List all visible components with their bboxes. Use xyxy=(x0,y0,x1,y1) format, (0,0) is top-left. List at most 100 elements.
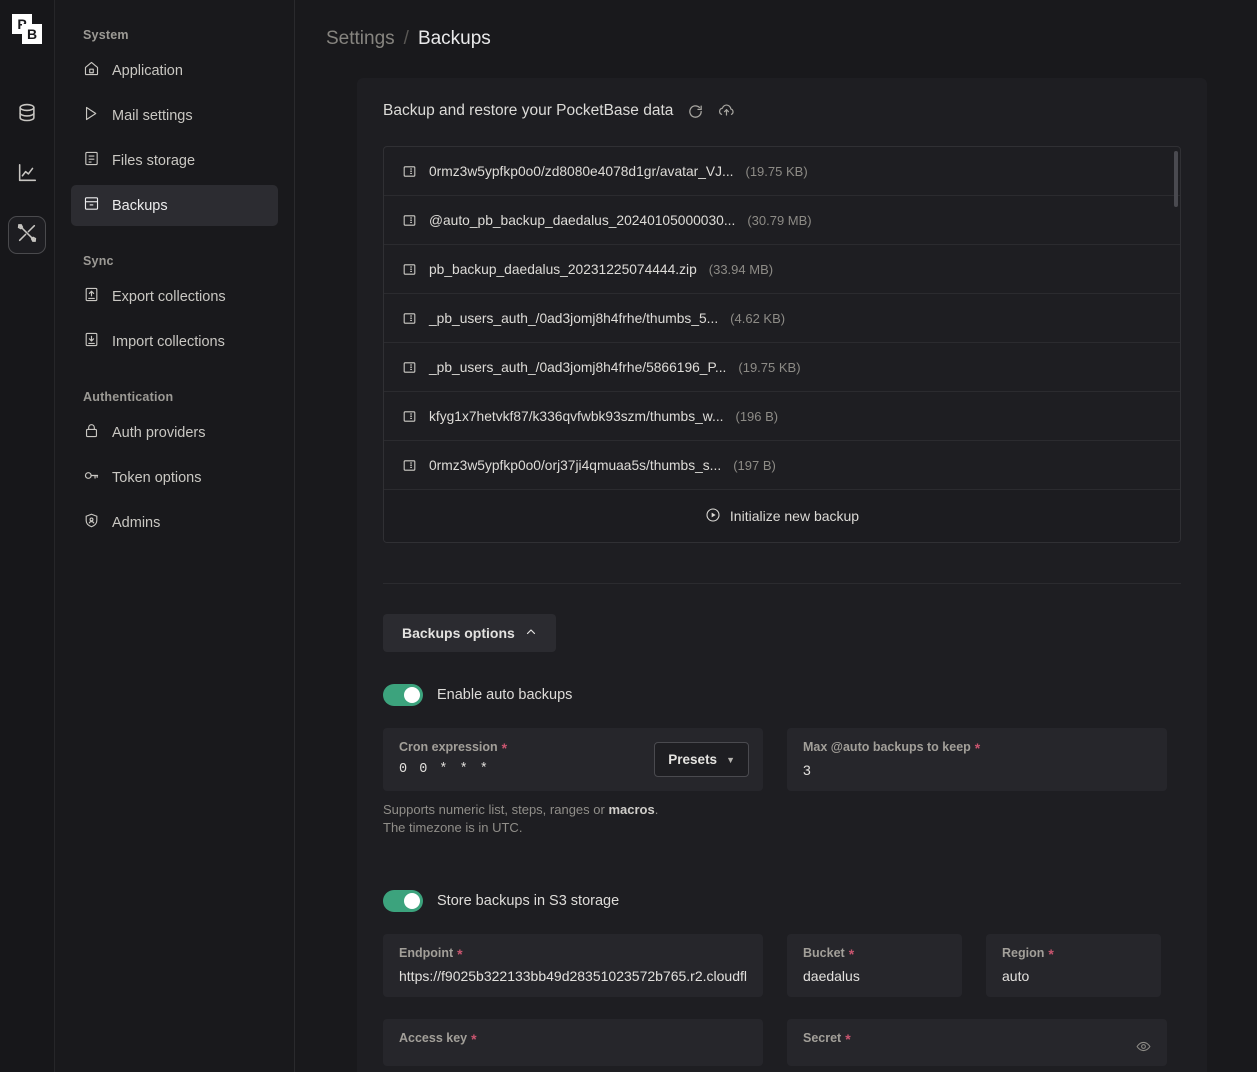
file-archive-icon xyxy=(402,213,417,228)
max-auto-backups-input[interactable]: 3 xyxy=(803,762,1151,778)
s3-endpoint-label: Endpoint xyxy=(399,946,453,960)
s3-bucket-label: Bucket xyxy=(803,946,845,960)
logo-letter-b: B xyxy=(22,24,42,44)
s3-endpoint-label-row: Endpoint * xyxy=(399,946,747,960)
s3-secret-label-row: Secret * xyxy=(803,1031,1151,1045)
s3-access-key-field[interactable]: Access key * xyxy=(383,1019,763,1066)
sidebar-group-title-sync: Sync xyxy=(71,230,278,276)
max-auto-backups-label: Max @auto backups to keep xyxy=(803,740,971,754)
backups-options-toggle[interactable]: Backups options xyxy=(383,614,556,652)
s3-secret-label: Secret xyxy=(803,1031,841,1045)
backups-options-label: Backups options xyxy=(402,625,515,641)
import-icon xyxy=(83,331,100,352)
sidebar-group-title-authentication: Authentication xyxy=(71,366,278,412)
backups-panel: Backup and restore your PocketBase data xyxy=(357,78,1207,1072)
sidebar-item-export-collections[interactable]: Export collections xyxy=(71,276,278,317)
enable-auto-backups-toggle[interactable] xyxy=(383,684,423,706)
cron-presets-label: Presets xyxy=(668,752,717,767)
store-backups-s3-row: Store backups in S3 storage xyxy=(383,890,1181,912)
initialize-new-backup-button[interactable]: Initialize new backup xyxy=(384,490,1180,542)
sidebar-group-title-system: System xyxy=(71,18,278,50)
list-scrollbar[interactable] xyxy=(1174,151,1178,207)
table-row[interactable]: pb_backup_daedalus_20231225074444.zip (3… xyxy=(384,245,1180,294)
sidebar-item-label: Token options xyxy=(112,470,201,486)
s3-bucket-field[interactable]: Bucket * daedalus xyxy=(787,934,962,997)
backup-name: 0rmz3w5ypfkp0o0/orj37ji4qmuaa5s/thumbs_s… xyxy=(429,458,721,473)
enable-auto-backups-row: Enable auto backups xyxy=(383,684,1181,706)
backup-name: _pb_users_auth_/0ad3jomj8h4frhe/thumbs_5… xyxy=(429,311,718,326)
backup-name: @auto_pb_backup_daedalus_20240105000030.… xyxy=(429,213,735,228)
s3-bucket-input[interactable]: daedalus xyxy=(803,968,946,984)
archive-icon xyxy=(83,150,100,171)
home-icon xyxy=(83,60,100,81)
backup-size: (19.75 KB) xyxy=(746,164,808,179)
max-auto-backups-field[interactable]: Max @auto backups to keep * 3 xyxy=(787,728,1167,791)
collections-icon xyxy=(16,102,38,129)
file-archive-icon xyxy=(402,164,417,179)
sidebar-item-label: Mail settings xyxy=(112,108,193,124)
cron-help-text: Supports numeric list, steps, ranges or … xyxy=(383,801,1181,836)
table-row[interactable]: 0rmz3w5ypfkp0o0/orj37ji4qmuaa5s/thumbs_s… xyxy=(384,441,1180,490)
s3-endpoint-input[interactable]: https://f9025b322133bb49d28351023572b765… xyxy=(399,968,747,984)
file-archive-icon xyxy=(402,458,417,473)
s3-access-key-label: Access key xyxy=(399,1031,467,1045)
file-archive-icon xyxy=(402,360,417,375)
panel-title-text: Backup and restore your PocketBase data xyxy=(383,102,673,120)
export-icon xyxy=(83,286,100,307)
s3-region-input[interactable]: auto xyxy=(1002,968,1145,984)
table-row[interactable]: @auto_pb_backup_daedalus_20240105000030.… xyxy=(384,196,1180,245)
rail-item-collections[interactable] xyxy=(8,96,46,134)
s3-endpoint-field[interactable]: Endpoint * https://f9025b322133bb49d2835… xyxy=(383,934,763,997)
initialize-new-backup-label: Initialize new backup xyxy=(730,508,859,524)
backups-list: 0rmz3w5ypfkp0o0/zd8080e4078d1gr/avatar_V… xyxy=(383,146,1181,543)
icon-rail: P B xyxy=(0,0,55,1072)
refresh-icon[interactable] xyxy=(687,103,704,120)
upload-icon[interactable] xyxy=(718,103,735,120)
cron-help-line2: The timezone is in UTC. xyxy=(383,820,522,835)
sidebar-item-admins[interactable]: Admins xyxy=(71,502,278,543)
sidebar-item-import-collections[interactable]: Import collections xyxy=(71,321,278,362)
sidebar-item-label: Auth providers xyxy=(112,425,206,441)
s3-region-label-row: Region * xyxy=(1002,946,1145,960)
sidebar-item-auth-providers[interactable]: Auth providers xyxy=(71,412,278,453)
panel-title-row: Backup and restore your PocketBase data xyxy=(383,102,1181,120)
s3-region-field[interactable]: Region * auto xyxy=(986,934,1161,997)
settings-sidebar: System Application Mail settings xyxy=(55,0,295,1072)
backup-icon xyxy=(83,195,100,216)
toggle-knob xyxy=(404,893,420,909)
rail-item-logs[interactable] xyxy=(8,156,46,194)
file-archive-icon xyxy=(402,311,417,326)
sidebar-item-application[interactable]: Application xyxy=(71,50,278,91)
cron-expression-label: Cron expression xyxy=(399,740,498,754)
s3-credentials-row: Access key * Secret * xyxy=(383,1019,1181,1066)
sidebar-item-label: Application xyxy=(112,63,183,79)
cron-expression-field[interactable]: Cron expression * 0 0 * * * Presets ▼ xyxy=(383,728,763,791)
play-circle-icon xyxy=(705,507,721,526)
breadcrumb: Settings / Backups xyxy=(295,0,1257,50)
table-row[interactable]: _pb_users_auth_/0ad3jomj8h4frhe/5866196_… xyxy=(384,343,1180,392)
store-backups-s3-toggle[interactable] xyxy=(383,890,423,912)
sidebar-item-backups[interactable]: Backups xyxy=(71,185,278,226)
toggle-knob xyxy=(404,687,420,703)
breadcrumb-settings[interactable]: Settings xyxy=(326,28,395,50)
cron-help-prefix: Supports numeric list, steps, ranges or xyxy=(383,802,608,817)
eye-icon[interactable] xyxy=(1136,1039,1151,1059)
max-auto-backups-label-row: Max @auto backups to keep * xyxy=(803,740,1151,754)
cron-help-suffix: . xyxy=(655,802,659,817)
sidebar-item-label: Import collections xyxy=(112,334,225,350)
pocketbase-logo[interactable]: P B xyxy=(12,14,42,44)
macros-link[interactable]: macros xyxy=(608,802,654,817)
sidebar-item-mail-settings[interactable]: Mail settings xyxy=(71,95,278,136)
table-row[interactable]: 0rmz3w5ypfkp0o0/zd8080e4078d1gr/avatar_V… xyxy=(384,147,1180,196)
rail-item-settings[interactable] xyxy=(8,216,46,254)
table-row[interactable]: kfyg1x7hetvkf87/k336qvfwbk93szm/thumbs_w… xyxy=(384,392,1180,441)
sidebar-item-files-storage[interactable]: Files storage xyxy=(71,140,278,181)
s3-secret-field[interactable]: Secret * xyxy=(787,1019,1167,1066)
s3-region-label: Region xyxy=(1002,946,1044,960)
sidebar-item-token-options[interactable]: Token options xyxy=(71,457,278,498)
backup-size: (30.79 MB) xyxy=(747,213,811,228)
backup-size: (33.94 MB) xyxy=(709,262,773,277)
table-row[interactable]: _pb_users_auth_/0ad3jomj8h4frhe/thumbs_5… xyxy=(384,294,1180,343)
backup-size: (196 B) xyxy=(735,409,778,424)
cron-presets-button[interactable]: Presets ▼ xyxy=(654,742,749,777)
